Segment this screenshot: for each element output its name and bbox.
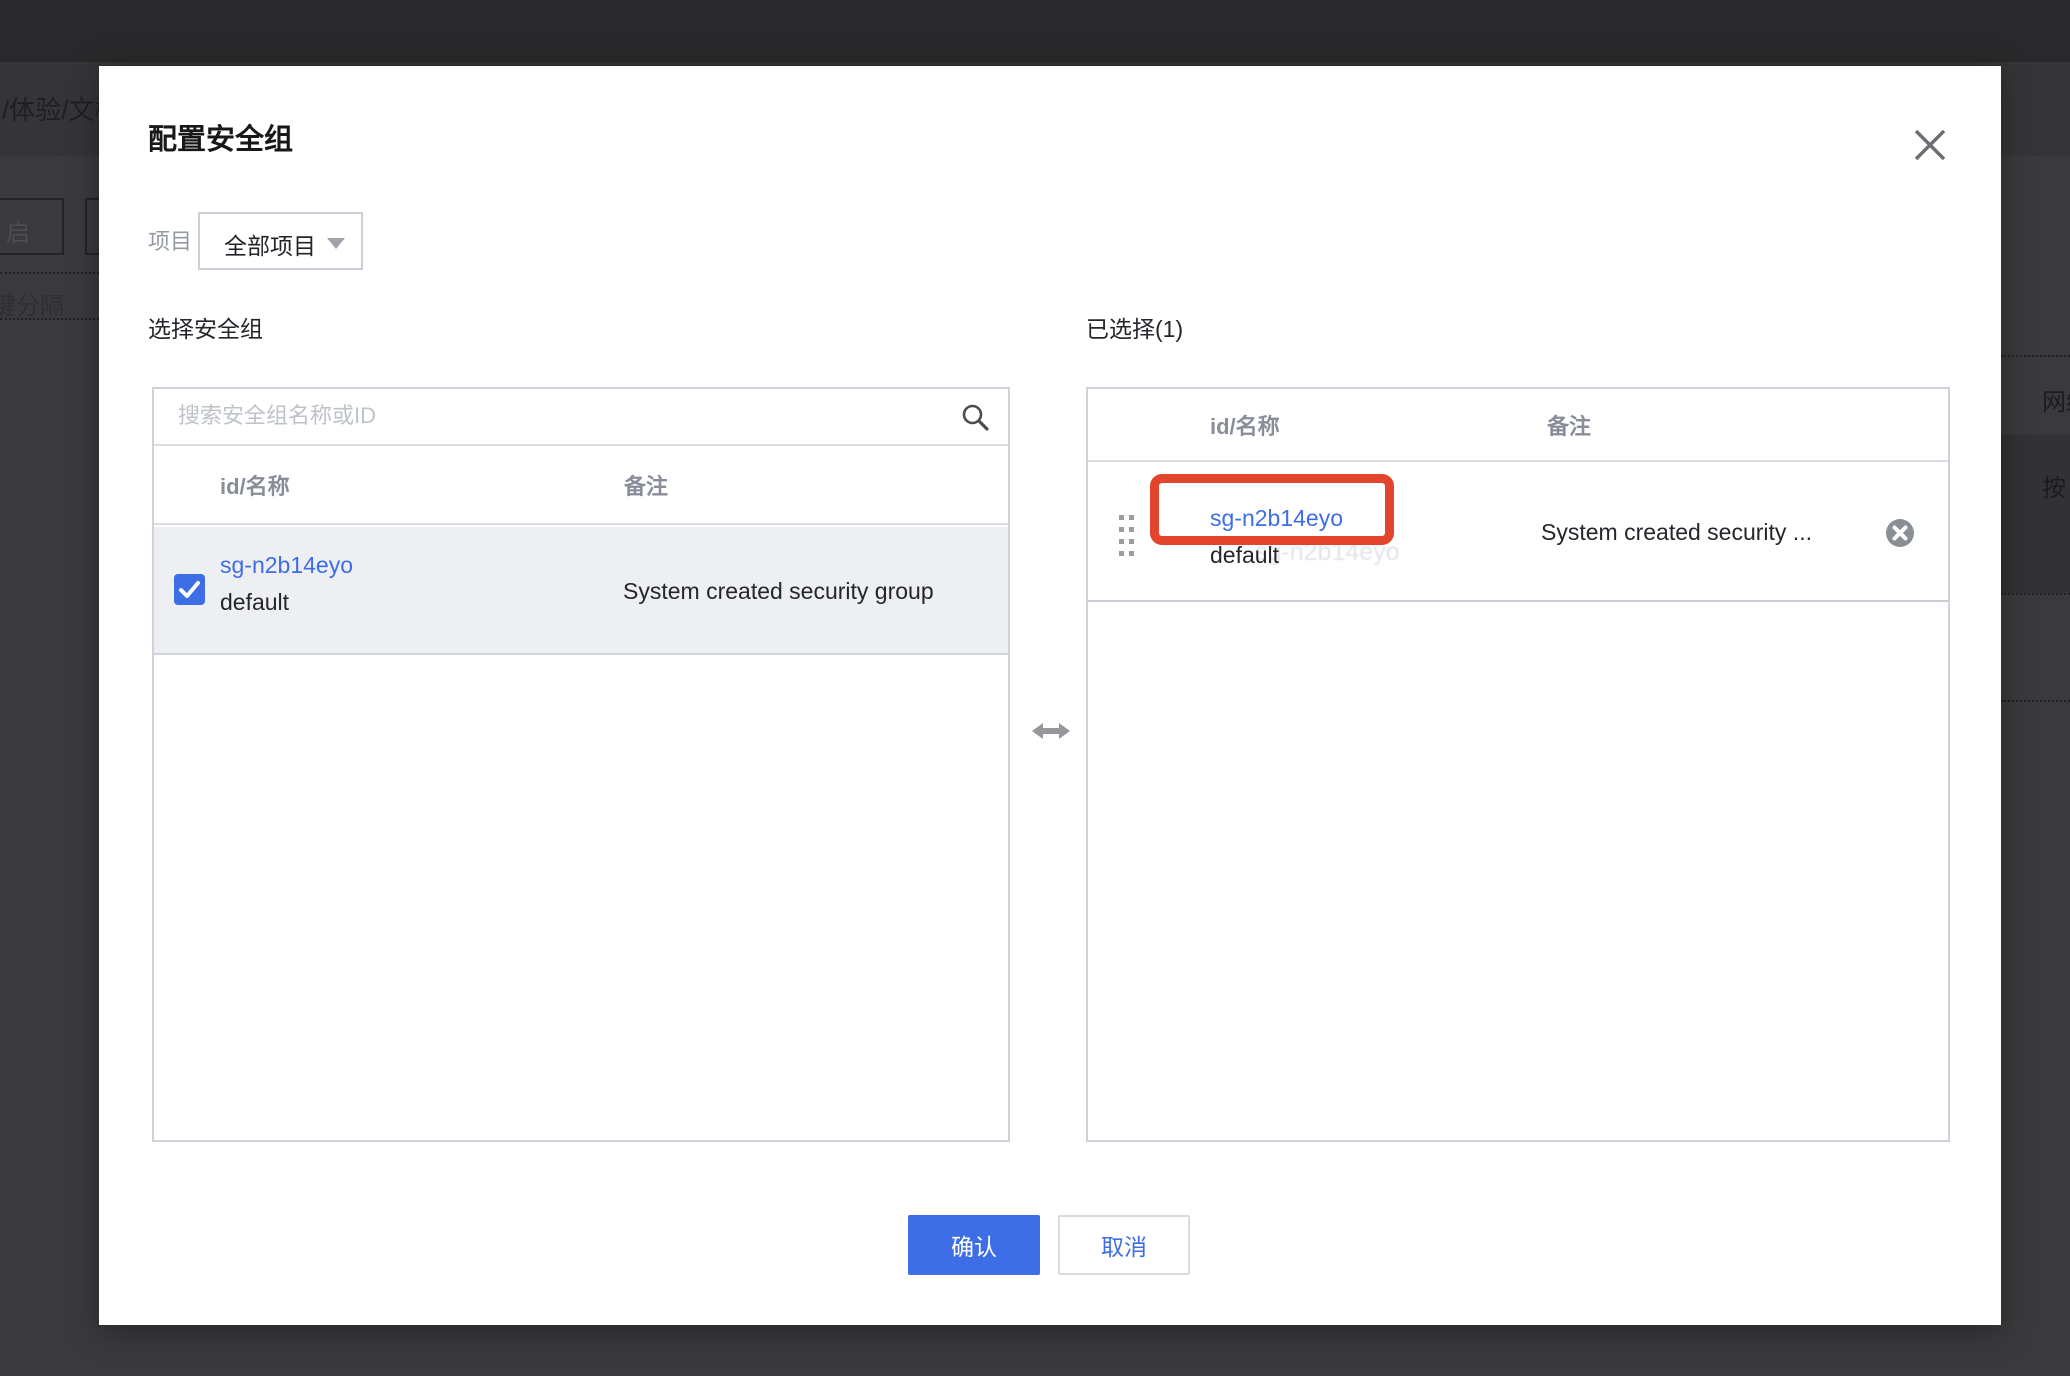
background-dotted-divider <box>2001 593 2070 595</box>
background-button: 启 <box>0 198 64 255</box>
close-icon[interactable] <box>1907 122 1953 168</box>
background-right-text-network: 网络 <box>2042 382 2070 417</box>
background-dotted-divider <box>0 272 99 274</box>
row-checkbox-checked[interactable] <box>174 574 205 605</box>
column-header-remark: 备注 <box>624 469 668 501</box>
project-label: 项目 <box>148 224 192 256</box>
background-topbar <box>0 0 2070 62</box>
search-icon[interactable] <box>960 402 990 432</box>
table-header: id/名称 备注 <box>1088 389 1948 462</box>
cancel-button[interactable]: 取消 <box>1058 1215 1190 1275</box>
background-button-label: 启 <box>6 213 30 248</box>
column-header-remark: 备注 <box>1547 409 1591 441</box>
configure-security-group-modal: 配置安全组 项目 全部项目 选择安全组 已选择(1) id/名 <box>99 66 2001 1325</box>
remove-icon[interactable] <box>1885 518 1915 548</box>
modal-title: 配置安全组 <box>148 116 293 158</box>
check-icon <box>174 574 205 605</box>
security-group-name: default <box>220 589 289 616</box>
column-header-id-name: id/名称 <box>220 469 290 501</box>
search-bar <box>154 389 1008 446</box>
security-group-remark: System created security ... <box>1541 519 1812 546</box>
project-select-value: 全部项目 <box>224 227 316 261</box>
selected-panel: id/名称 备注 sg-n2b14eyo sg-n2b14eyo <box>1086 387 1950 1142</box>
background-right-text: 按 <box>2042 468 2066 503</box>
table-row[interactable]: sg-n2b14eyo default System created secur… <box>154 527 1008 655</box>
background-dotted-divider <box>2001 700 2070 702</box>
screen: /体验/文档 启 键分隔 网络 按 配置安全组 项目 全部项目 选择安全组 已选… <box>0 0 2070 1376</box>
background-hint-text: 键分隔 <box>0 286 64 321</box>
confirm-button[interactable]: 确认 <box>908 1215 1040 1275</box>
source-panel: id/名称 备注 sg-n2b14eyo default System crea… <box>152 387 1010 1142</box>
security-group-name: default <box>1210 542 1279 569</box>
source-panel-heading: 选择安全组 <box>148 310 263 344</box>
drag-handle[interactable] <box>1119 515 1137 556</box>
column-header-id-name: id/名称 <box>1210 409 1280 441</box>
project-select[interactable]: 全部项目 <box>198 212 363 270</box>
search-input[interactable] <box>154 389 934 442</box>
close-x-glyph <box>1907 122 1953 168</box>
drag-dots-icon <box>1119 515 1137 556</box>
table-header: id/名称 备注 <box>154 446 1008 525</box>
background-dotted-divider <box>2001 355 2070 357</box>
transfer-arrow-icon <box>1031 718 1071 744</box>
background-right-panel <box>2001 435 2070 593</box>
selected-panel-heading: 已选择(1) <box>1086 310 1183 344</box>
security-group-id-link[interactable]: sg-n2b14eyo <box>220 552 353 579</box>
security-group-id-link[interactable]: sg-n2b14eyo <box>1210 505 1343 532</box>
chevron-down-icon <box>327 238 345 249</box>
security-group-remark: System created security group <box>623 578 934 605</box>
table-row[interactable]: sg-n2b14eyo sg-n2b14eyo default System c… <box>1088 462 1948 602</box>
